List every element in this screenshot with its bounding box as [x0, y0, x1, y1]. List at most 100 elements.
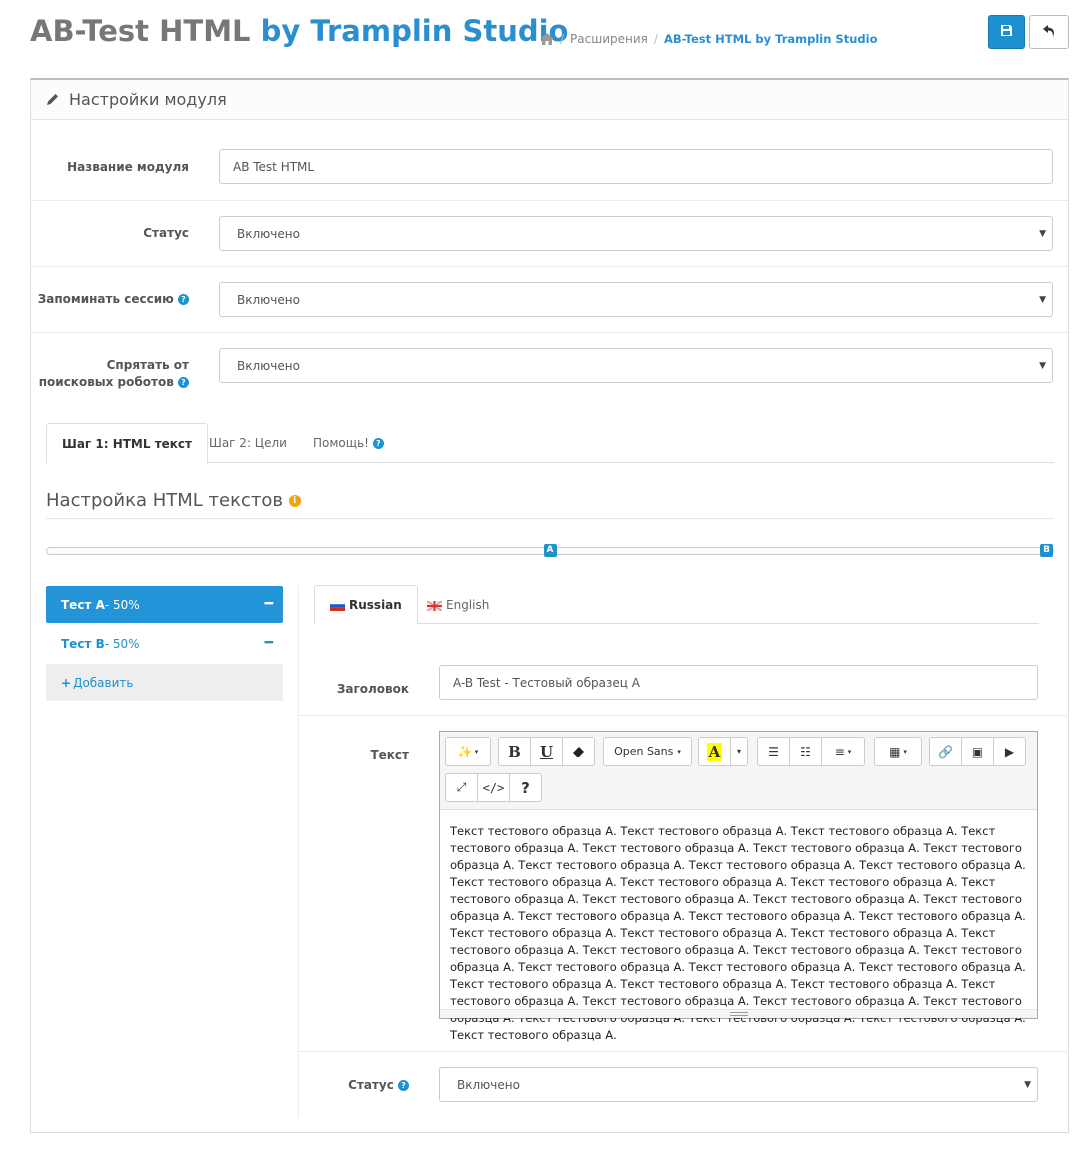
module-name-input[interactable]: AB Test HTML — [219, 149, 1053, 184]
remember-session-label: Запоминать сессию — [37, 292, 174, 306]
bold-icon[interactable]: B — [498, 737, 531, 766]
test-item-b[interactable]: Тест В - 50% ━ — [46, 625, 283, 662]
caret-down-icon: ▼ — [1024, 1080, 1031, 1090]
save-icon — [1001, 25, 1012, 39]
editor-resize-handle[interactable] — [440, 1009, 1037, 1018]
heading-label: Заголовок — [336, 682, 409, 696]
underline-icon[interactable]: U — [530, 737, 563, 766]
status-select[interactable]: Включено ▼ — [219, 216, 1053, 251]
tab-russian-label: Russian — [349, 598, 402, 612]
step-tabs: Шаг 1: HTML текст Шаг 2: Цели Помощь! ? — [46, 423, 1054, 464]
tab-english-label: English — [446, 597, 490, 612]
color-dropdown-icon[interactable]: ▾ — [730, 737, 748, 766]
hide-robots-row: Спрятать от поисковых роботов ? Включено… — [31, 333, 1068, 403]
remember-session-select[interactable]: Включено ▼ — [219, 282, 1053, 317]
tab-step1[interactable]: Шаг 1: HTML текст — [46, 423, 208, 464]
variant-status-select[interactable]: Включено ▼ — [439, 1067, 1038, 1102]
unordered-list-icon[interactable]: ☰ — [757, 737, 790, 766]
pane-divider — [299, 715, 1069, 716]
test-b-share: - 50% — [104, 636, 140, 651]
add-test-button[interactable]: + Добавить — [46, 664, 283, 701]
hide-robots-label-line1: Спрятать от — [106, 358, 189, 372]
ab-slider-track[interactable]: A B — [46, 544, 1054, 557]
variant-status-label: Статус — [348, 1078, 394, 1092]
slider-handle-a[interactable]: A — [543, 544, 557, 557]
tab-english[interactable]: English — [412, 585, 504, 624]
help-icon[interactable]: ? — [178, 377, 189, 388]
fullscreen-icon[interactable]: ⤢ — [445, 773, 478, 802]
hide-robots-value: Включено — [237, 358, 300, 373]
font-family-dropdown[interactable]: Open Sans ▾ — [603, 737, 692, 766]
help-icon[interactable]: ? — [509, 773, 542, 802]
module-name-label: Название модуля — [67, 160, 189, 174]
home-icon[interactable] — [540, 33, 554, 45]
code-view-icon[interactable]: </> — [477, 773, 510, 802]
hide-robots-label-line2: поисковых роботов — [38, 375, 174, 389]
pane-divider — [299, 1051, 1069, 1052]
page-title: AB-Test HTML by Tramplin Studio — [30, 14, 568, 48]
align-icon[interactable]: ≡ ▾ — [821, 737, 865, 766]
page-title-main: AB-Test HTML — [30, 14, 251, 48]
text-label: Текст — [370, 748, 409, 762]
remember-session-label-wrap: Запоминать сессию ? — [38, 291, 189, 308]
back-icon — [1042, 24, 1056, 40]
help-icon[interactable]: ? — [398, 1080, 409, 1091]
russia-flag-icon — [329, 600, 346, 611]
status-row: Статус Включено ▼ — [31, 201, 1068, 267]
grip-icon — [730, 1012, 748, 1016]
test-item-a[interactable]: Тест А - 50% ━ — [46, 586, 283, 623]
remember-session-value: Включено — [237, 292, 300, 307]
breadcrumb-extensions[interactable]: Расширения — [570, 32, 648, 46]
eraser-icon[interactable] — [562, 737, 595, 766]
help-icon[interactable]: ? — [178, 294, 189, 305]
remove-icon[interactable]: ━ — [265, 597, 273, 611]
caret-down-icon: ▼ — [1039, 295, 1046, 305]
info-icon[interactable]: i — [288, 495, 301, 507]
video-icon[interactable]: ▶ — [993, 737, 1026, 766]
variant-status-label-wrap: Статус ? — [314, 1078, 409, 1092]
magic-wand-icon[interactable]: ✨ ▾ — [445, 737, 491, 766]
slider-handle-b[interactable]: B — [1040, 544, 1053, 557]
test-b-name: Тест В — [61, 636, 105, 651]
remove-icon[interactable]: ━ — [265, 636, 273, 650]
caret-down-icon: ▼ — [1039, 361, 1046, 371]
add-test-label: Добавить — [73, 675, 134, 690]
uk-flag-icon — [426, 599, 443, 612]
breadcrumb-current[interactable]: AB-Test HTML by Tramplin Studio — [664, 32, 878, 46]
hide-robots-label-wrap: Спрятать от поисковых роботов ? — [39, 357, 189, 391]
panel-heading: Настройки модуля — [31, 80, 1068, 120]
rich-text-editor: ✨ ▾ B U Open Sans ▾ A ▾ ☰ ☷ ≡ ▾ ▦ ▾ 🔗 ▣ … — [439, 731, 1038, 1042]
help-icon: ? — [372, 438, 384, 449]
editor-toolbar: ✨ ▾ B U Open Sans ▾ A ▾ ☰ ☷ ≡ ▾ ▦ ▾ 🔗 ▣ … — [440, 732, 1037, 810]
test-a-share: - 50% — [104, 597, 140, 612]
text-color-icon[interactable]: A — [698, 737, 731, 766]
link-icon[interactable]: 🔗 — [929, 737, 962, 766]
hide-robots-select[interactable]: Включено ▼ — [219, 348, 1053, 383]
status-select-value: Включено — [237, 226, 300, 241]
variant-status-value: Включено — [457, 1077, 520, 1092]
back-button[interactable] — [1029, 15, 1069, 49]
language-tabs: Russian English — [314, 585, 1039, 625]
breadcrumb: / Расширения / AB-Test HTML by Tramplin … — [540, 32, 877, 46]
remember-session-row: Запоминать сессию ? Включено ▼ — [31, 267, 1068, 333]
test-editor-pane: Russian English Заголовок A-B Test - Тес… — [298, 585, 1069, 1118]
tab-step2[interactable]: Шаг 2: Цели — [194, 423, 302, 463]
ordered-list-icon[interactable]: ☷ — [789, 737, 822, 766]
module-name-row: Название модуля AB Test HTML — [31, 120, 1068, 201]
pencil-icon — [47, 90, 59, 109]
section-divider — [46, 518, 1054, 519]
heading-input[interactable]: A-B Test - Тестовый образец А — [439, 665, 1038, 700]
table-icon[interactable]: ▦ ▾ — [874, 737, 922, 766]
tab-help[interactable]: Помощь! ? — [298, 423, 399, 463]
caret-down-icon: ▼ — [1039, 229, 1046, 239]
plus-icon: + — [61, 675, 72, 690]
save-button[interactable] — [988, 15, 1025, 49]
section-title: Настройка HTML текстов i — [46, 490, 301, 511]
tab-russian[interactable]: Russian — [314, 585, 418, 625]
tab-help-label: Помощь! — [313, 436, 369, 450]
test-a-name: Тест А — [61, 597, 105, 612]
image-icon[interactable]: ▣ — [961, 737, 994, 766]
panel-title: Настройки модуля — [69, 90, 227, 109]
page-title-accent: by Tramplin Studio — [260, 14, 569, 48]
module-settings-panel: Настройки модуля Название модуля AB Test… — [30, 78, 1069, 1133]
